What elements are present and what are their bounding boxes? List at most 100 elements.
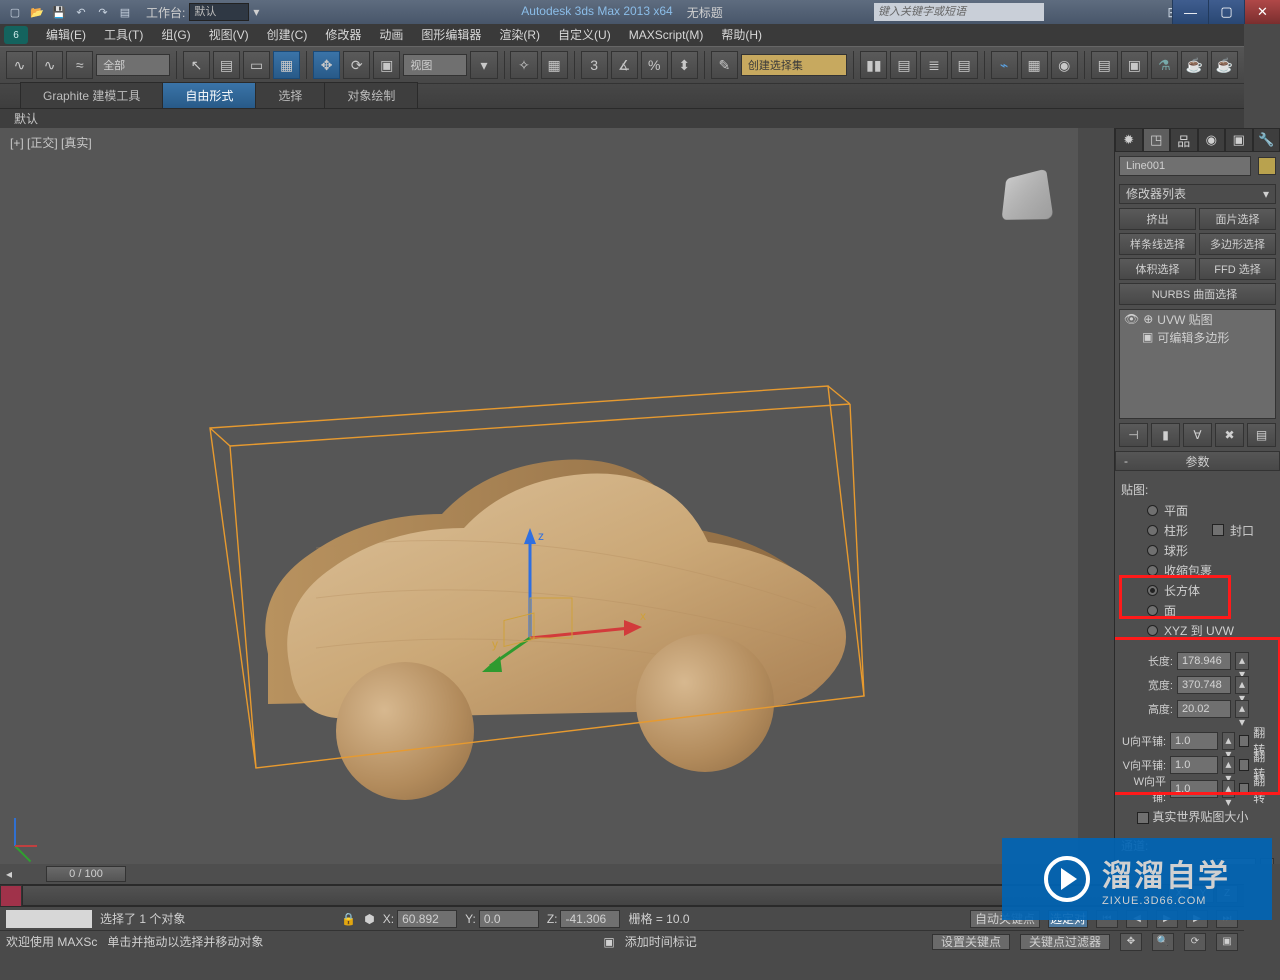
coord-z-input[interactable]: -41.306 — [560, 910, 620, 928]
select-region-icon[interactable]: ▭ — [243, 51, 270, 79]
btn-extrude[interactable]: 挤出 — [1119, 208, 1196, 230]
new-icon[interactable]: ▢ — [6, 3, 24, 21]
app-logo-icon[interactable]: 6 — [4, 26, 28, 44]
manip-icon[interactable]: ✧ — [510, 51, 537, 79]
named-sets-icon[interactable]: ✎ — [711, 51, 738, 79]
tab-create-icon[interactable]: ✹ — [1115, 128, 1143, 152]
coord-x-input[interactable]: 60.892 — [397, 910, 457, 928]
modifier-list-select[interactable]: 修改器列表▾ — [1119, 184, 1276, 204]
chevron-down-icon[interactable]: ▾ — [253, 5, 259, 19]
minimize-button[interactable]: — — [1172, 0, 1208, 24]
width-input[interactable]: 370.748 — [1177, 676, 1231, 694]
btn-spline-select[interactable]: 样条线选择 — [1119, 233, 1196, 255]
snap3-icon[interactable]: 3 — [581, 51, 608, 79]
nav-pan-icon[interactable]: ✥ — [1120, 933, 1142, 951]
tab-modify-icon[interactable]: ◳ — [1143, 128, 1171, 152]
modifier-stack[interactable]: 👁⊕UVW 贴图 ▣可编辑多边形 — [1119, 309, 1276, 419]
track[interactable] — [22, 885, 1162, 906]
render-icon[interactable]: ⚗ — [1151, 51, 1178, 79]
radio-planar[interactable]: 平面 — [1121, 500, 1274, 520]
radio-face[interactable]: 面 — [1121, 600, 1274, 620]
menu-customize[interactable]: 自定义(U) — [550, 25, 619, 45]
radio-cyl[interactable]: 柱形 封口 — [1121, 520, 1274, 540]
tag-icon[interactable]: ▣ — [603, 935, 614, 949]
btn-nurbs-select[interactable]: NURBS 曲面选择 — [1119, 283, 1276, 305]
rotate-icon[interactable]: ⟳ — [343, 51, 370, 79]
menu-create[interactable]: 创建(C) — [259, 25, 316, 45]
material-editor-icon[interactable]: ◉ — [1051, 51, 1078, 79]
select-icon[interactable]: ↖ — [183, 51, 210, 79]
mirror-icon[interactable]: ▮▮ — [860, 51, 887, 79]
realworld-checkbox[interactable] — [1137, 812, 1149, 824]
layers-icon[interactable]: ≣ — [920, 51, 947, 79]
eye-icon[interactable]: 👁 — [1124, 312, 1139, 326]
height-spinner[interactable]: ▴▾ — [1235, 700, 1249, 718]
unlink-icon[interactable]: ∿ — [36, 51, 63, 79]
cap-checkbox[interactable] — [1212, 524, 1224, 536]
undo-icon[interactable]: ↶ — [72, 3, 90, 21]
link-icon[interactable]: ∿ — [6, 51, 33, 79]
radio-xyz[interactable]: XYZ 到 UVW — [1121, 620, 1274, 640]
tab-display-icon[interactable]: ▣ — [1225, 128, 1253, 152]
btn-patch-select[interactable]: 面片选择 — [1199, 208, 1276, 230]
scale-icon[interactable]: ▣ — [373, 51, 400, 79]
ribbon-tab-freeform[interactable]: 自由形式 — [162, 82, 256, 108]
project-icon[interactable]: ▤ — [116, 3, 134, 21]
length-input[interactable]: 178.946 — [1177, 652, 1231, 670]
transform-gizmo[interactable]: z x y — [490, 528, 650, 688]
coord-y-input[interactable]: 0.0 — [479, 910, 539, 928]
nav-max-icon[interactable]: ▣ — [1216, 933, 1238, 951]
btn-ffd-select[interactable]: FFD 选择 — [1199, 258, 1276, 280]
align-icon[interactable]: ▤ — [890, 51, 917, 79]
menu-group[interactable]: 组(G) — [153, 25, 198, 45]
vtile-input[interactable]: 1.0 — [1170, 756, 1218, 774]
nav-zoom-icon[interactable]: 🔍 — [1152, 933, 1174, 951]
save-icon[interactable]: 💾 — [50, 3, 68, 21]
spinner-snap-icon[interactable]: ⬍ — [671, 51, 698, 79]
menu-rendering[interactable]: 渲染(R) — [491, 25, 548, 45]
lock-icon[interactable]: 🔒 — [341, 912, 356, 926]
maximize-button[interactable]: ▢ — [1208, 0, 1244, 24]
pin-stack-icon[interactable]: ⊣ — [1119, 423, 1148, 447]
menu-views[interactable]: 视图(V) — [201, 25, 257, 45]
open-icon[interactable]: 📂 — [28, 3, 46, 21]
close-button[interactable]: ✕ — [1244, 0, 1280, 24]
render-setup-icon[interactable]: ▤ — [1091, 51, 1118, 79]
percent-snap-icon[interactable]: % — [641, 51, 668, 79]
btn-poly-select[interactable]: 多边形选择 — [1199, 233, 1276, 255]
angle-snap-icon[interactable]: ∡ — [611, 51, 638, 79]
isolate-icon[interactable]: ⬢ — [364, 912, 374, 926]
object-color-swatch[interactable] — [1258, 157, 1276, 175]
radio-box[interactable]: 长方体 — [1121, 580, 1274, 600]
teapot2-icon[interactable]: ☕ — [1211, 51, 1238, 79]
width-spinner[interactable]: ▴▾ — [1235, 676, 1249, 694]
utile-input[interactable]: 1.0 — [1170, 732, 1218, 750]
named-selection-input[interactable]: 创建选择集 — [741, 54, 848, 76]
menu-maxscript[interactable]: MAXScript(M) — [621, 25, 712, 45]
tab-utilities-icon[interactable]: 🔧 — [1253, 128, 1280, 152]
viewport[interactable]: [+] [正交] [真实] — [0, 128, 1078, 864]
select-name-icon[interactable]: ▤ — [213, 51, 240, 79]
teapot-icon[interactable]: ☕ — [1181, 51, 1208, 79]
menu-edit[interactable]: 编辑(E) — [38, 25, 94, 45]
pivot-icon[interactable]: ▾ — [470, 51, 497, 79]
add-time-tag[interactable]: 添加时间标记 — [625, 933, 697, 950]
selection-filter[interactable]: 全部 — [96, 54, 170, 76]
bind-icon[interactable]: ≈ — [66, 51, 93, 79]
wflip-checkbox[interactable] — [1239, 783, 1250, 795]
ribbon-tab-graphite[interactable]: Graphite 建模工具 — [20, 82, 163, 108]
height-input[interactable]: 20.02 — [1177, 700, 1231, 718]
window-crossing-icon[interactable]: ▦ — [273, 51, 300, 79]
render-frame-icon[interactable]: ▣ — [1121, 51, 1148, 79]
radio-shrink[interactable]: 收缩包裹 — [1121, 560, 1274, 580]
ref-coord-select[interactable]: 视图 — [403, 54, 467, 76]
remove-mod-icon[interactable]: ✖ — [1215, 423, 1244, 447]
rollout-params[interactable]: 参数 — [1115, 451, 1280, 471]
menu-help[interactable]: 帮助(H) — [713, 25, 770, 45]
schematic-icon[interactable]: ▦ — [1021, 51, 1048, 79]
keyfilter-button[interactable]: 关键点过滤器 — [1020, 934, 1110, 950]
vflip-checkbox[interactable] — [1239, 759, 1250, 771]
ribbon-tab-selection[interactable]: 选择 — [255, 82, 325, 108]
make-unique-icon[interactable]: ∀ — [1183, 423, 1212, 447]
menu-modifiers[interactable]: 修改器 — [317, 25, 369, 45]
